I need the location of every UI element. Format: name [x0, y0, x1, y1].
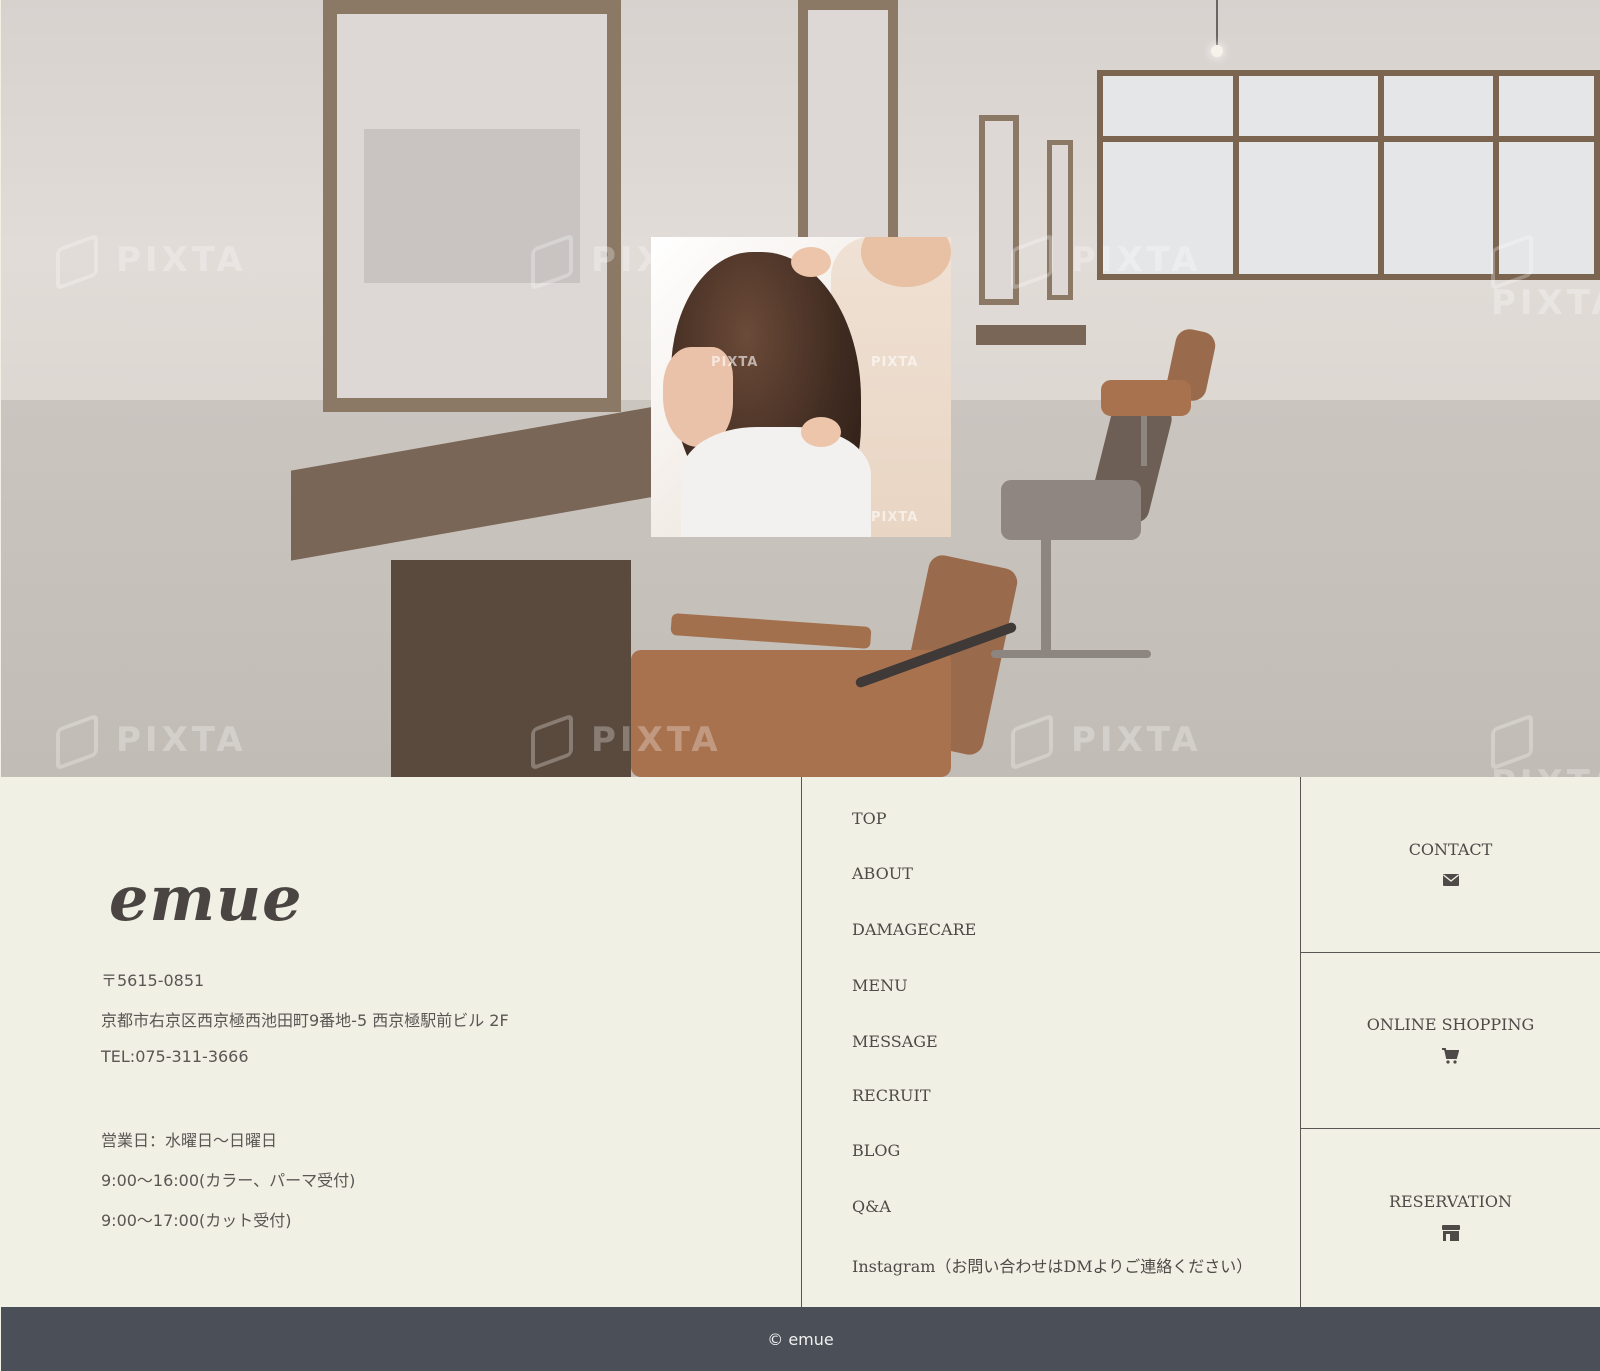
store-icon: [1441, 1225, 1461, 1244]
stylist-hand: [801, 417, 841, 447]
nav-item-qa[interactable]: Q&A: [852, 1197, 891, 1216]
hours-color-perm: 9:00～16:00(カラー、パーマ受付): [101, 1171, 356, 1190]
contact-label: CONTACT: [1408, 840, 1493, 859]
nav-item-menu[interactable]: MENU: [852, 976, 908, 995]
watermark: PIXTA: [1011, 712, 1202, 771]
nav-item-top[interactable]: TOP: [852, 809, 887, 828]
nav-item-damagecare[interactable]: DAMAGECARE: [852, 920, 976, 939]
side-actions: CONTACT ONLINE SHOPPING RESERVATION: [1301, 777, 1600, 1307]
watermark: PIXTA: [1491, 712, 1600, 777]
pixta-logo-icon: [1011, 232, 1053, 291]
footer-bar: © emue: [1, 1307, 1600, 1371]
pixta-logo-icon: [531, 232, 573, 291]
online-shopping-label: ONLINE SHOPPING: [1366, 1014, 1535, 1034]
salon-counter: [976, 325, 1086, 345]
salon-chair-seat: [1101, 380, 1191, 416]
online-shopping-button[interactable]: ONLINE SHOPPING: [1301, 953, 1600, 1129]
hero-center-photo: PIXTA PIXTA PIXTA: [651, 237, 951, 537]
photo-watermark: PIXTA: [711, 355, 759, 370]
shop-info: emue 〒5615-0851 京都市右京区西京極西池田町9番地-5 西京極駅前…: [1, 777, 801, 1307]
nav-item-about[interactable]: ABOUT: [852, 864, 913, 883]
pixta-logo-icon: [531, 712, 573, 771]
cart-icon: [1442, 1047, 1460, 1067]
chair-base: [991, 650, 1151, 658]
nav-item-message[interactable]: MESSAGE: [852, 1032, 938, 1051]
photo-watermark: PIXTA: [871, 510, 919, 525]
site-logo[interactable]: emue: [109, 862, 303, 935]
footer-nav: TOP ABOUT DAMAGECARE MENU MESSAGE RECRUI…: [802, 777, 1300, 1307]
nav-item-recruit[interactable]: RECRUIT: [852, 1086, 931, 1105]
hero-banner: PIXTA PIXTA PIXTA PIXTA PIXTA PIXTA PIXT…: [1, 0, 1600, 777]
pixta-logo-icon: [56, 232, 98, 291]
watermark: PIXTA: [1011, 232, 1202, 291]
phone-number: TEL:075-311-3666: [101, 1047, 249, 1066]
watermark: PIXTA: [56, 232, 247, 291]
postal-code: 〒5615-0851: [101, 971, 205, 990]
reservation-label: RESERVATION: [1388, 1192, 1513, 1211]
copyright: © emue: [767, 1329, 834, 1349]
wall-mirror: [323, 0, 621, 412]
hours-cut: 9:00～17:00(カット受付): [101, 1211, 292, 1230]
reservation-button[interactable]: RESERVATION: [1301, 1129, 1600, 1307]
watermark: PIXTA: [531, 712, 722, 771]
envelope-icon: [1442, 873, 1459, 889]
client-towel: [681, 427, 871, 537]
pixta-logo-icon: [56, 712, 98, 771]
pendant-lamp: [1216, 0, 1218, 45]
stylist-hand: [791, 247, 831, 277]
watermark: PIXTA: [1491, 232, 1600, 323]
business-days: 営業日：水曜日～日曜日: [101, 1131, 278, 1150]
watermark: PIXTA: [56, 712, 247, 771]
nav-item-blog[interactable]: BLOG: [852, 1141, 900, 1160]
lamp-bulb: [1211, 45, 1223, 57]
contact-button[interactable]: CONTACT: [1301, 777, 1600, 953]
nav-item-instagram[interactable]: Instagram（お問い合わせはDMよりご連絡ください）: [852, 1253, 1252, 1277]
pixta-logo-icon: [1011, 712, 1053, 771]
chair-pole: [1041, 540, 1051, 650]
chair-pole: [1141, 416, 1147, 466]
wall-mirror: [798, 0, 898, 250]
photo-watermark: PIXTA: [871, 355, 919, 370]
salon-chair-seat: [1001, 480, 1141, 540]
address: 京都市右京区西京極西池田町9番地-5 西京極駅前ビル 2F: [101, 1011, 509, 1030]
